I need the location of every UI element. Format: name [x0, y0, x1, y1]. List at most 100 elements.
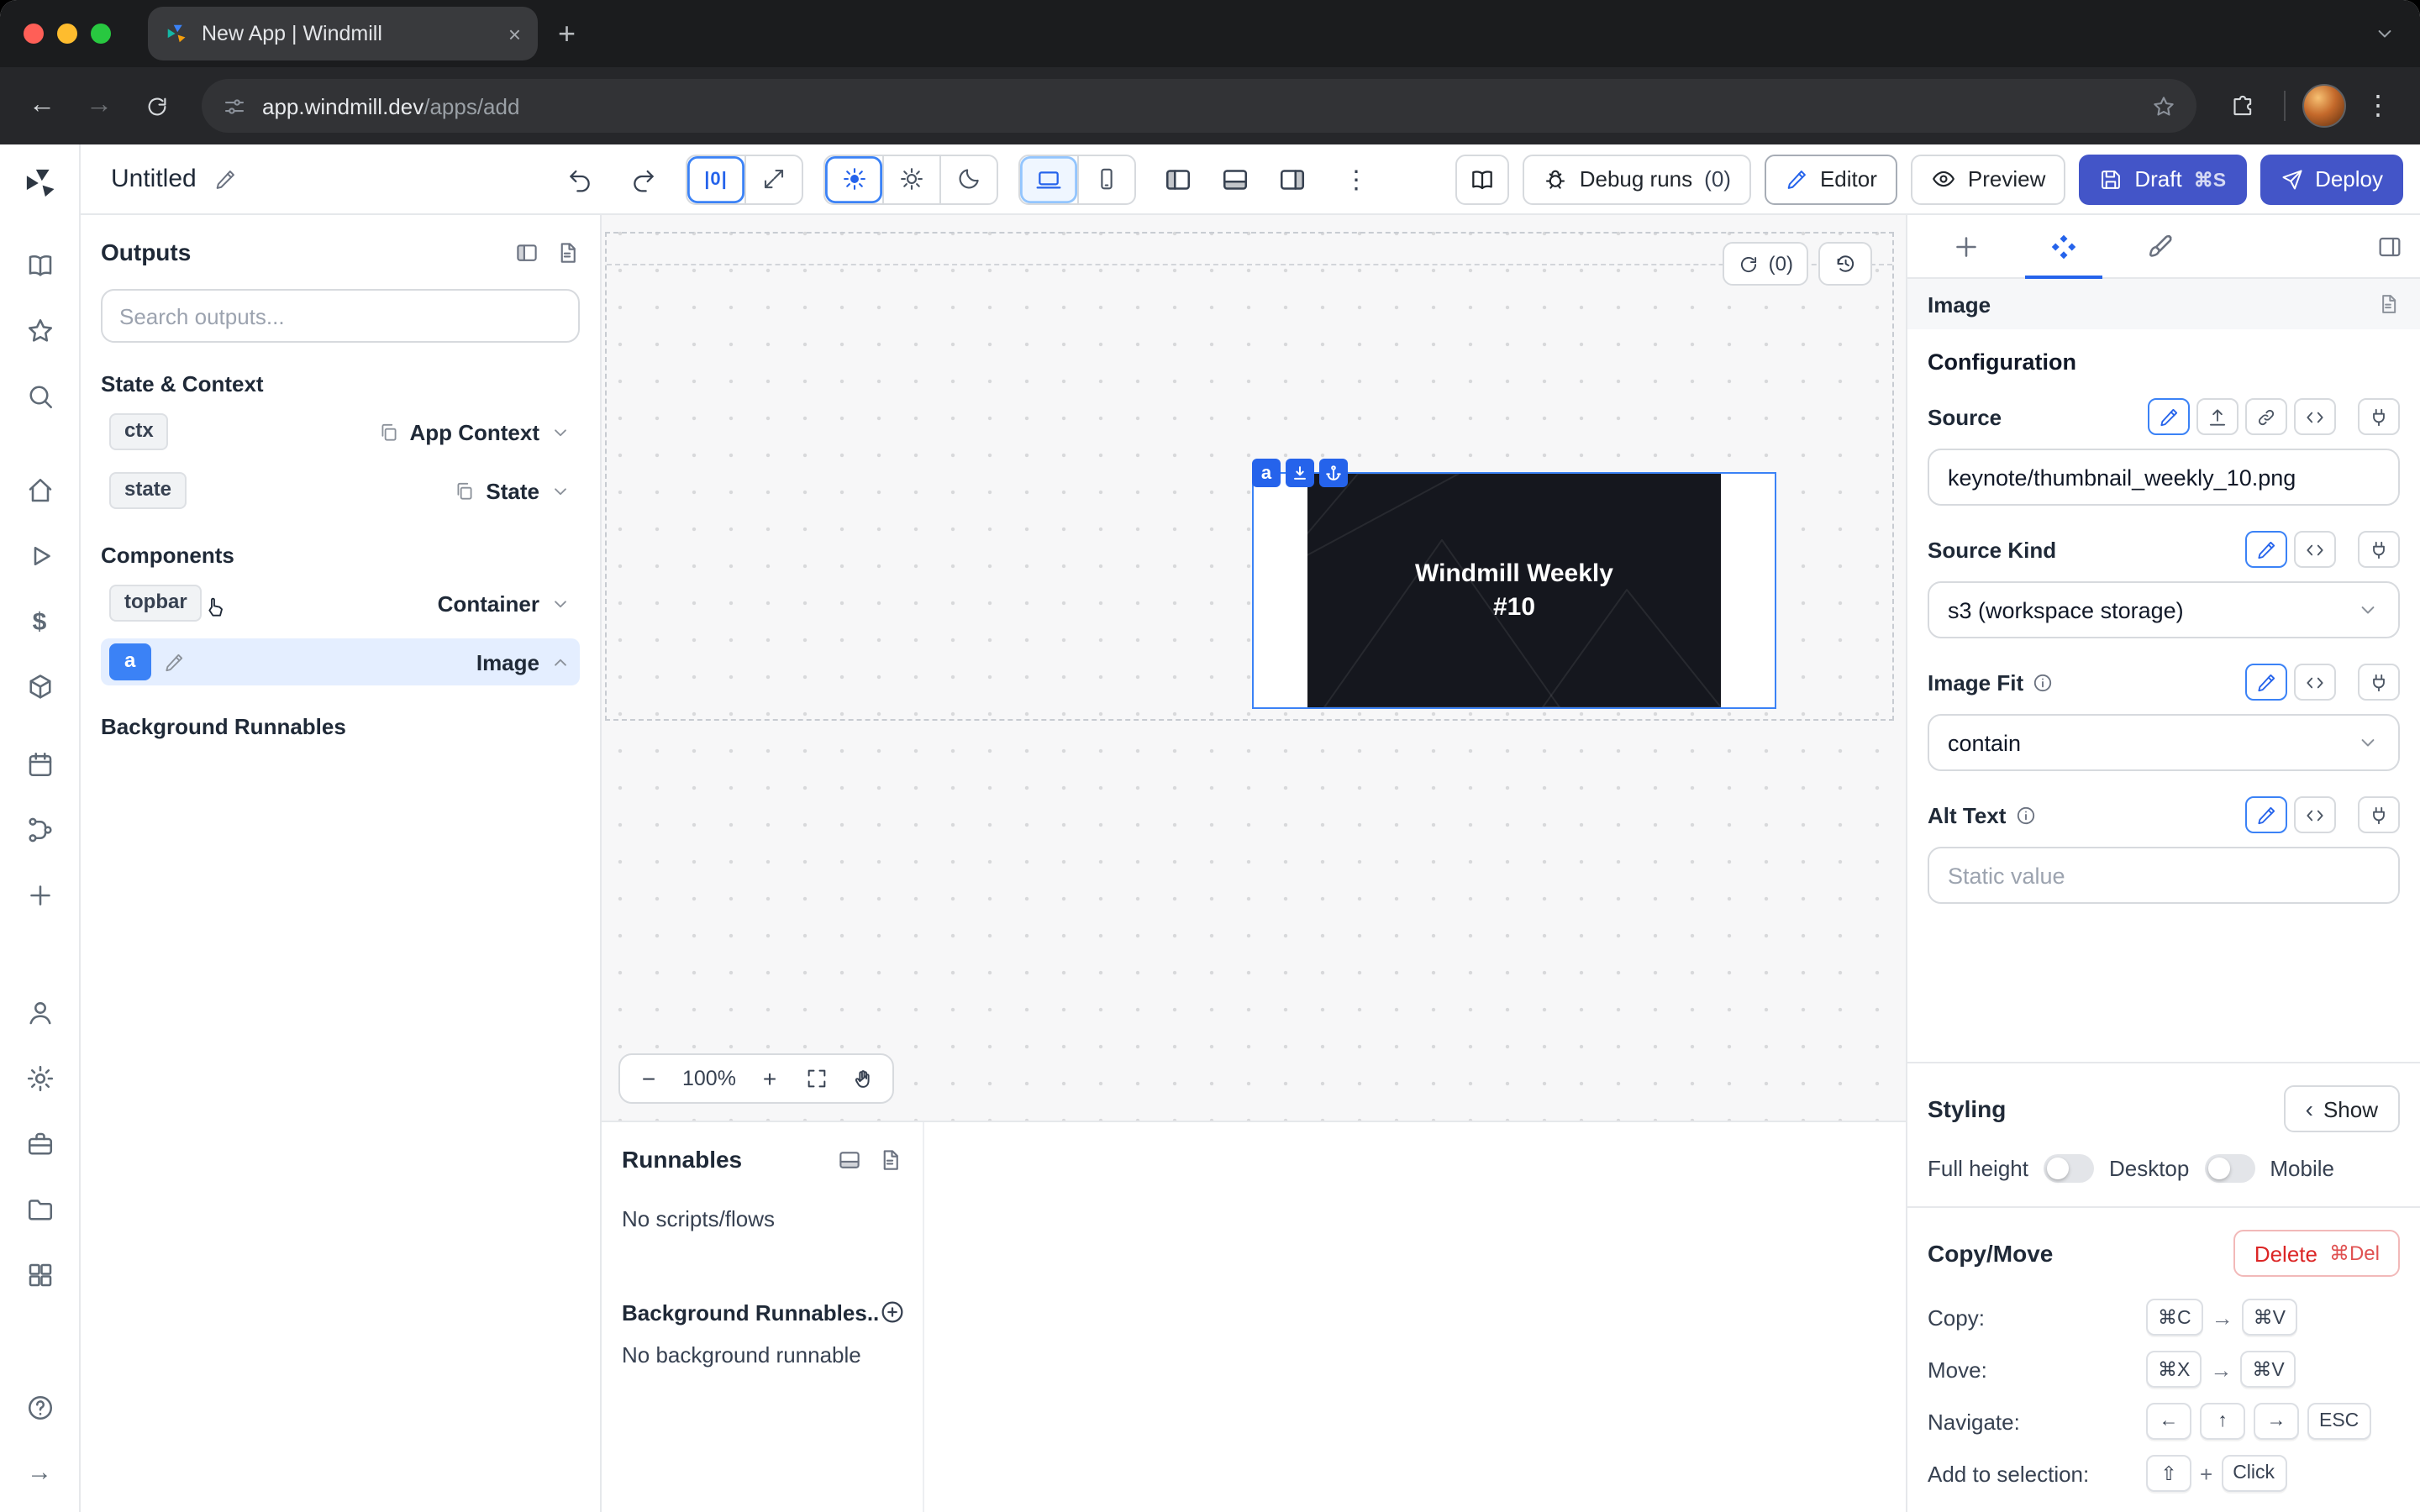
- zoom-in-button[interactable]: +: [748, 1058, 792, 1099]
- site-settings-icon[interactable]: [222, 93, 247, 118]
- component-id-badge[interactable]: ctx: [109, 413, 169, 449]
- source-kind-eval-button[interactable]: [2294, 531, 2336, 568]
- zoom-out-button[interactable]: −: [627, 1058, 671, 1099]
- component-id-badge[interactable]: state: [109, 472, 187, 508]
- help-icon[interactable]: [14, 1388, 65, 1428]
- workers-nav-icon[interactable]: [14, 1124, 65, 1164]
- page-url[interactable]: app.windmill.dev/apps/add: [262, 93, 2136, 118]
- variables-nav-icon[interactable]: $: [14, 601, 65, 642]
- desktop-view-button[interactable]: [1020, 155, 1077, 202]
- tab-search-chevron-icon[interactable]: [2373, 22, 2396, 45]
- source-upload-button[interactable]: [2196, 398, 2238, 435]
- source-connect-button[interactable]: [2358, 398, 2400, 435]
- tab-component-settings[interactable]: [2015, 215, 2112, 277]
- collapse-runnables-icon[interactable]: [837, 1147, 862, 1172]
- create-nav-icon[interactable]: [14, 875, 65, 916]
- profile-avatar[interactable]: [2302, 84, 2346, 128]
- image-fit-connect-button[interactable]: [2358, 664, 2400, 701]
- extensions-icon[interactable]: [2217, 81, 2267, 131]
- source-link-button[interactable]: [2245, 398, 2287, 435]
- collapse-outputs-icon[interactable]: [514, 239, 539, 265]
- pan-tool-button[interactable]: [842, 1058, 886, 1099]
- dark-theme-button[interactable]: [939, 155, 997, 202]
- apps-grid-nav-icon[interactable]: [14, 1255, 65, 1295]
- component-id-badge[interactable]: a: [109, 643, 150, 680]
- expand-component-icon[interactable]: [1286, 459, 1314, 487]
- run-history-button[interactable]: [1818, 242, 1872, 286]
- new-tab-button[interactable]: +: [558, 18, 576, 49]
- auto-theme-button[interactable]: [882, 155, 939, 202]
- toggle-bottom-panel-icon[interactable]: [1213, 157, 1257, 201]
- alt-text-connect-button[interactable]: [2358, 796, 2400, 833]
- chevron-down-icon[interactable]: [550, 480, 571, 501]
- redo-button[interactable]: [622, 157, 666, 201]
- component-doc-icon[interactable]: [2376, 292, 2400, 316]
- image-fit-static-button[interactable]: [2245, 664, 2287, 701]
- favorites-nav-icon[interactable]: [14, 311, 65, 351]
- selected-image-component[interactable]: a Windmill Weekly #10: [1252, 472, 1776, 709]
- users-nav-icon[interactable]: [14, 993, 65, 1033]
- undo-button[interactable]: [558, 157, 602, 201]
- address-bar[interactable]: app.windmill.dev/apps/add: [202, 79, 2196, 133]
- mobile-full-height-toggle[interactable]: [2204, 1154, 2254, 1183]
- alt-text-eval-button[interactable]: [2294, 796, 2336, 833]
- source-eval-button[interactable]: [2294, 398, 2336, 435]
- rename-component-icon[interactable]: [162, 651, 184, 673]
- reload-button[interactable]: [131, 81, 182, 131]
- close-window-button[interactable]: [24, 24, 44, 44]
- app-canvas[interactable]: a Windmill Weekly #10: [602, 215, 1906, 1121]
- deploy-button[interactable]: Deploy: [2260, 154, 2403, 204]
- component-id-badge[interactable]: topbar: [109, 585, 203, 621]
- browser-tab[interactable]: New App | Windmill ×: [148, 7, 538, 60]
- tab-close-icon[interactable]: ×: [508, 21, 521, 46]
- delete-component-button[interactable]: Delete⌘Del: [2234, 1230, 2400, 1277]
- output-row-topbar[interactable]: topbar Container: [101, 580, 580, 627]
- tab-global-styling[interactable]: [2112, 215, 2210, 277]
- source-kind-select[interactable]: s3 (workspace storage): [1928, 581, 2400, 638]
- runnables-doc-icon[interactable]: [877, 1147, 902, 1172]
- output-row-ctx[interactable]: ctx App Context: [101, 408, 580, 455]
- light-theme-button[interactable]: [825, 155, 882, 202]
- back-button[interactable]: ←: [17, 81, 67, 131]
- search-outputs-input[interactable]: Search outputs...: [101, 289, 580, 343]
- more-options-icon[interactable]: ⋮: [1334, 157, 1378, 201]
- resources-nav-icon[interactable]: [14, 667, 65, 707]
- show-styling-button[interactable]: ‹Show: [2284, 1085, 2400, 1132]
- toggle-left-panel-icon[interactable]: [1156, 157, 1200, 201]
- windmill-logo[interactable]: [21, 165, 58, 202]
- chevron-up-icon[interactable]: [550, 651, 571, 673]
- home-nav-icon[interactable]: [14, 470, 65, 511]
- source-kind-static-button[interactable]: [2245, 531, 2287, 568]
- draft-button[interactable]: Draft⌘S: [2079, 154, 2246, 204]
- preview-button[interactable]: Preview: [1911, 154, 2066, 204]
- outputs-doc-icon[interactable]: [555, 239, 580, 265]
- anchor-component-icon[interactable]: [1319, 459, 1348, 487]
- browser-menu-icon[interactable]: ⋮: [2353, 81, 2403, 131]
- image-fit-eval-button[interactable]: [2294, 664, 2336, 701]
- alt-text-input[interactable]: Static value: [1928, 847, 2400, 904]
- refresh-app-button[interactable]: (0): [1723, 242, 1808, 286]
- bookmark-star-icon[interactable]: [2151, 93, 2176, 118]
- bounded-width-toggle[interactable]: |0|: [687, 155, 744, 202]
- tab-insert-component[interactable]: [1918, 215, 2015, 277]
- source-kind-connect-button[interactable]: [2358, 531, 2400, 568]
- toggle-right-panel-icon[interactable]: [1270, 157, 1314, 201]
- alt-text-static-button[interactable]: [2245, 796, 2287, 833]
- forward-button[interactable]: →: [74, 81, 124, 131]
- folders-nav-icon[interactable]: [14, 1189, 65, 1230]
- docs-nav-icon[interactable]: [14, 245, 65, 286]
- runs-nav-icon[interactable]: [14, 536, 65, 576]
- fullscreen-window-button[interactable]: [91, 24, 111, 44]
- minimize-window-button[interactable]: [57, 24, 77, 44]
- chevron-down-icon[interactable]: [550, 592, 571, 614]
- add-background-runnable-button[interactable]: [879, 1299, 906, 1326]
- source-static-button[interactable]: [2148, 398, 2190, 435]
- search-nav-icon[interactable]: [14, 376, 65, 417]
- collapse-settings-panel-icon[interactable]: [2376, 215, 2410, 277]
- chevron-down-icon[interactable]: [550, 421, 571, 443]
- fit-view-button[interactable]: [795, 1058, 839, 1099]
- edit-title-icon[interactable]: [213, 167, 237, 191]
- flows-nav-icon[interactable]: [14, 810, 65, 850]
- docs-button[interactable]: [1455, 154, 1509, 204]
- desktop-full-height-toggle[interactable]: [2044, 1154, 2094, 1183]
